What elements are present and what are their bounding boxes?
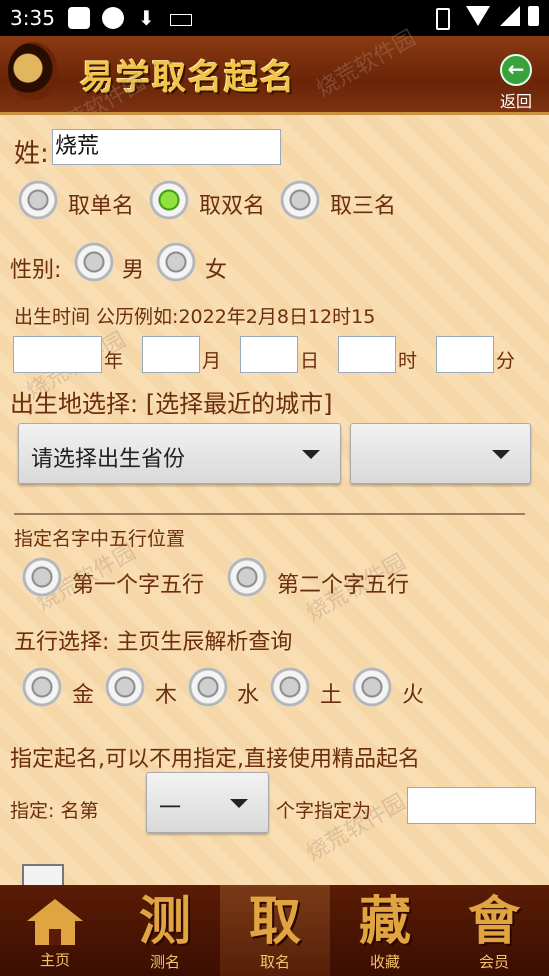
- tab-member-label: 会员: [478, 953, 509, 971]
- province-select[interactable]: 请选择出生省份: [18, 423, 341, 484]
- keyboard-icon: [170, 14, 192, 26]
- birth-month-input[interactable]: [142, 336, 200, 373]
- radio-double-name-label[interactable]: 取双名: [199, 188, 265, 220]
- radio-male-label[interactable]: 男: [122, 252, 144, 284]
- unit-month: 月: [202, 350, 222, 372]
- radio-wuxing-wood-label[interactable]: 木: [155, 677, 177, 709]
- tab-favorites-label: 收藏: [369, 953, 400, 971]
- radio-first-char-wuxing-label[interactable]: 第一个字五行: [72, 567, 204, 599]
- birth-minute-input[interactable]: [436, 336, 494, 373]
- status-bar: 3:35 ⬇: [0, 0, 549, 36]
- radio-second-char-wuxing-label[interactable]: 第二个字五行: [277, 567, 409, 599]
- notification-app-icon: [68, 7, 90, 29]
- chevron-down-icon: [302, 450, 320, 459]
- unit-minute: 分: [496, 350, 516, 372]
- bottom-tab-bar: 主页 测 测名 取 取名 藏 收藏 會 会员: [0, 885, 549, 976]
- specify-prefix: 指定: 名第: [10, 800, 99, 822]
- specify-suffix: 个字指定为: [276, 800, 372, 822]
- specify-position-value: 一: [159, 796, 182, 821]
- province-select-value: 请选择出生省份: [31, 447, 186, 472]
- tab-member-glyph: 會: [467, 892, 520, 952]
- radio-wuxing-earth[interactable]: [270, 667, 310, 707]
- radio-wuxing-water-label[interactable]: 水: [237, 677, 259, 709]
- unit-day: 日: [300, 350, 320, 372]
- chevron-down-icon: [492, 450, 510, 459]
- wuxing-position-label: 指定名字中五行位置: [14, 528, 186, 550]
- radio-triple-name[interactable]: [280, 180, 320, 220]
- tab-home-label: 主页: [39, 951, 70, 969]
- birth-day-input[interactable]: [240, 336, 298, 373]
- radio-single-name[interactable]: [18, 180, 58, 220]
- specify-label: 指定起名,可以不用指定,直接使用精品起名: [10, 747, 420, 772]
- tab-home[interactable]: 主页: [0, 885, 110, 976]
- surname-label: 姓:: [14, 139, 49, 169]
- download-icon: ⬇: [138, 6, 155, 30]
- unit-hour: 时: [398, 350, 418, 372]
- taiji-logo-icon: [8, 42, 58, 100]
- birth-year-input[interactable]: [13, 336, 102, 373]
- radio-first-char-wuxing[interactable]: [22, 557, 62, 597]
- battery-icon: [528, 6, 539, 26]
- tab-test-name-label: 测名: [149, 953, 180, 971]
- specify-position-select[interactable]: 一: [146, 772, 269, 833]
- tab-pick-name-label: 取名: [259, 953, 290, 971]
- specify-char-input[interactable]: [407, 787, 536, 824]
- radio-second-char-wuxing[interactable]: [227, 557, 267, 597]
- birthplace-label: 出生地选择: [选择最近的城市]: [10, 390, 333, 418]
- unit-year: 年: [104, 350, 124, 372]
- radio-wuxing-wood[interactable]: [105, 667, 145, 707]
- signal-icon: [500, 6, 520, 26]
- radio-double-name[interactable]: [149, 180, 189, 220]
- radio-wuxing-metal-label[interactable]: 金: [72, 677, 94, 709]
- back-button[interactable]: ← 返回: [496, 54, 536, 112]
- option-checkbox[interactable]: [22, 864, 64, 885]
- chevron-down-icon: [230, 799, 248, 808]
- gender-label: 性别:: [10, 258, 62, 283]
- radio-wuxing-fire[interactable]: [352, 667, 392, 707]
- birth-time-label: 出生时间 公历例如:2022年2月8日12时15: [14, 306, 376, 328]
- radio-single-name-label[interactable]: 取单名: [68, 188, 134, 220]
- radio-wuxing-earth-label[interactable]: 土: [320, 677, 342, 709]
- wuxing-select-label: 五行选择: 主页生辰解析查询: [14, 630, 293, 655]
- app-header: 易学取名起名 烧荒软件园 烧荒软件园: [0, 26, 549, 146]
- tab-favorites-glyph: 藏: [358, 892, 411, 952]
- tab-pick-name[interactable]: 取 取名: [220, 885, 330, 976]
- surname-input[interactable]: 烧荒: [52, 129, 281, 165]
- radio-male[interactable]: [74, 242, 114, 282]
- notification-bird-icon: [102, 7, 124, 29]
- back-label: 返回: [499, 92, 532, 111]
- birth-hour-input[interactable]: [338, 336, 396, 373]
- radio-female-label[interactable]: 女: [205, 252, 227, 284]
- radio-female[interactable]: [156, 242, 196, 282]
- radio-wuxing-fire-label[interactable]: 火: [402, 677, 424, 709]
- radio-wuxing-metal[interactable]: [22, 667, 62, 707]
- back-arrow-icon: ←: [500, 54, 532, 86]
- tab-test-name[interactable]: 测 测名: [110, 885, 220, 976]
- tab-test-name-glyph: 测: [138, 892, 191, 952]
- status-time: 3:35: [10, 6, 55, 30]
- tab-favorites[interactable]: 藏 收藏: [330, 885, 440, 976]
- vibrate-icon: [436, 8, 450, 30]
- section-divider: [14, 513, 525, 515]
- radio-wuxing-water[interactable]: [188, 667, 228, 707]
- city-select[interactable]: [350, 423, 531, 484]
- home-icon: [27, 899, 83, 945]
- tab-member[interactable]: 會 会员: [439, 885, 549, 976]
- tab-pick-name-glyph: 取: [248, 892, 301, 952]
- wifi-icon: [466, 6, 490, 26]
- radio-triple-name-label[interactable]: 取三名: [330, 188, 396, 220]
